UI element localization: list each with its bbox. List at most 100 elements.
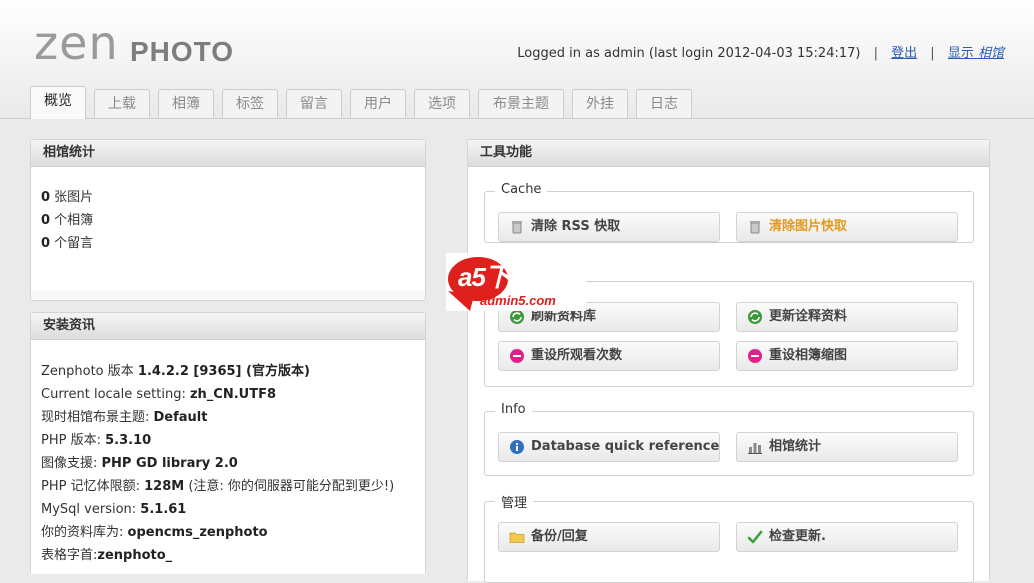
backup-restore-button[interactable]: 备份/回复 <box>498 522 720 552</box>
panel-title: 安装资讯 <box>31 313 425 340</box>
tab-options[interactable]: 选项 <box>414 89 470 118</box>
reset-icon <box>748 349 762 363</box>
info-value: zh_CN.UTF8 <box>189 387 276 402</box>
separator: | <box>873 46 878 61</box>
info-value: Default <box>153 410 208 425</box>
button-label: 检查更新. <box>769 529 826 544</box>
folder-icon <box>509 532 525 543</box>
fieldset-legend: Cache <box>495 182 548 197</box>
info-label: 现时相馆布景主题: <box>41 410 154 425</box>
tab-comments[interactable]: 留言 <box>286 89 342 118</box>
tab-plugins[interactable]: 外挂 <box>572 89 628 118</box>
fieldset-legend: 管理 <box>495 492 534 511</box>
watermark-domain: admin5.com <box>480 293 556 308</box>
info-label: 你的资料库为: <box>41 525 128 540</box>
logo-zen: zen <box>34 16 119 70</box>
info-label: Zenphoto 版本 <box>41 364 138 379</box>
stat-label: 张图片 <box>50 190 94 205</box>
check-updates-button[interactable]: 检查更新. <box>736 522 958 552</box>
panel-title: 相馆统计 <box>31 140 425 167</box>
tab-users[interactable]: 用户 <box>350 89 406 118</box>
info-locale: Current locale setting: zh_CN.UTF8 <box>41 383 415 406</box>
panel-body: 0 张图片 0 个相簿 0 个留言 <box>31 167 425 291</box>
info-label: 表格字首: <box>41 548 98 563</box>
info-label: MySql version: <box>41 502 141 517</box>
button-label: 更新诠释资料 <box>769 309 848 324</box>
stat-count: 0 <box>41 190 51 205</box>
panel-body: Zenphoto 版本 1.4.2.2 [9365] (官方版本) Curren… <box>31 340 425 574</box>
info-label: PHP 记忆体限额: <box>41 479 145 494</box>
reset-icon <box>510 349 524 363</box>
button-label: Database quick reference <box>531 439 720 454</box>
database-quick-reference-button[interactable]: Database quick reference <box>498 432 720 462</box>
watermark-brand: a5下载 <box>458 262 536 292</box>
tab-themes[interactable]: 布景主题 <box>478 89 564 118</box>
tab-albums[interactable]: 相簿 <box>158 89 214 118</box>
user-bar: Logged in as admin (last login 2012-04-0… <box>517 42 1004 61</box>
info-memory: PHP 记忆体限额: 128M (注意: 你的伺服器可能分配到更少!) <box>41 475 415 498</box>
stat-comments: 0 个留言 <box>41 232 415 255</box>
panel-title: 工具功能 <box>468 140 989 167</box>
refresh-icon <box>748 310 762 324</box>
button-label: 备份/回复 <box>531 529 588 544</box>
info-label: PHP 版本: <box>41 433 106 448</box>
button-label: 清除 RSS 快取 <box>531 219 621 234</box>
refresh-metadata-button[interactable]: 更新诠释资料 <box>736 302 958 332</box>
info-value: 5.1.61 <box>140 502 187 517</box>
login-status: Logged in as admin (last login 2012-04-0… <box>517 46 861 61</box>
info-mysql: MySql version: 5.1.61 <box>41 498 415 521</box>
info-theme: 现时相馆布景主题: Default <box>41 406 415 429</box>
gallery-statistics-button[interactable]: 相馆统计 <box>736 432 958 462</box>
stat-count: 0 <box>41 236 51 251</box>
stat-images: 0 张图片 <box>41 186 415 209</box>
logo-photo: PHOTO <box>130 36 235 67</box>
info-value: 128M <box>144 479 185 494</box>
info-value: opencms_zenphoto <box>127 525 268 540</box>
logout-link[interactable]: 登出 <box>891 46 917 61</box>
install-info-panel: 安装资讯 Zenphoto 版本 1.4.2.2 [9365] (官方版本) C… <box>30 312 426 574</box>
info-value: 1.4.2.2 [9365] (官方版本) <box>137 364 310 379</box>
clear-image-cache-button[interactable]: 清除图片快取 <box>736 212 958 242</box>
a5-watermark-logo: a5下载 admin5.com <box>440 251 590 313</box>
trash-icon <box>512 221 522 234</box>
view-gallery-label: 显示 <box>947 46 974 61</box>
tab-upload[interactable]: 上载 <box>94 89 150 118</box>
stat-label: 个留言 <box>50 236 94 251</box>
admin-fieldset: 管理 备份/回复 检查更新. <box>484 492 974 583</box>
trash-icon <box>750 221 760 234</box>
checkmark-icon <box>747 530 763 544</box>
info-database: 你的资料库为: opencms_zenphoto <box>41 521 415 544</box>
separator: | <box>930 46 935 61</box>
panel-body: Cache 清除 RSS 快取 清除图片快取 刷新资料库 更新诠释资料 重设所观… <box>468 167 989 583</box>
info-fieldset: Info Database quick reference 相馆统计 <box>484 402 974 476</box>
cache-fieldset: Cache 清除 RSS 快取 清除图片快取 <box>484 182 974 243</box>
view-gallery-value: 相馆 <box>977 46 1004 61</box>
info-label: 图像支援: <box>41 456 102 471</box>
stat-label: 个相簿 <box>50 213 94 228</box>
button-label: 清除图片快取 <box>769 219 848 234</box>
clear-rss-cache-button[interactable]: 清除 RSS 快取 <box>498 212 720 242</box>
button-label: 相馆统计 <box>769 439 822 454</box>
tab-tags[interactable]: 标签 <box>222 89 278 118</box>
info-value: PHP GD library 2.0 <box>101 456 238 471</box>
stat-count: 0 <box>41 213 51 228</box>
info-label: Current locale setting: <box>41 387 190 402</box>
tab-logs[interactable]: 日志 <box>636 89 692 118</box>
gallery-stats-panel: 相馆统计 0 张图片 0 个相簿 0 个留言 <box>30 139 426 301</box>
info-version: Zenphoto 版本 1.4.2.2 [9365] (官方版本) <box>41 360 415 383</box>
tab-overview[interactable]: 概览 <box>30 86 86 119</box>
fieldset-legend: Info <box>495 402 532 417</box>
button-label: 重设相簿缩图 <box>769 348 848 363</box>
info-php-version: PHP 版本: 5.3.10 <box>41 429 415 452</box>
info-value: zenphoto_ <box>97 548 173 563</box>
info-graphics: 图像支援: PHP GD library 2.0 <box>41 452 415 475</box>
reset-album-thumbs-button[interactable]: 重设相簿缩图 <box>736 341 958 371</box>
bar-chart-icon <box>748 443 762 454</box>
view-gallery-link[interactable]: 显示 相馆 <box>948 46 1004 61</box>
info-value: 5.3.10 <box>105 433 152 448</box>
reset-hitcounters-button[interactable]: 重设所观看次数 <box>498 341 720 371</box>
info-note: (注意: 你的伺服器可能分配到更少!) <box>184 479 395 494</box>
header: zen PHOTO Logged in as admin (last login… <box>0 0 1034 119</box>
tools-panel: 工具功能 Cache 清除 RSS 快取 清除图片快取 刷新资料库 更新诠释资料… <box>467 139 990 583</box>
stat-albums: 0 个相簿 <box>41 209 415 232</box>
